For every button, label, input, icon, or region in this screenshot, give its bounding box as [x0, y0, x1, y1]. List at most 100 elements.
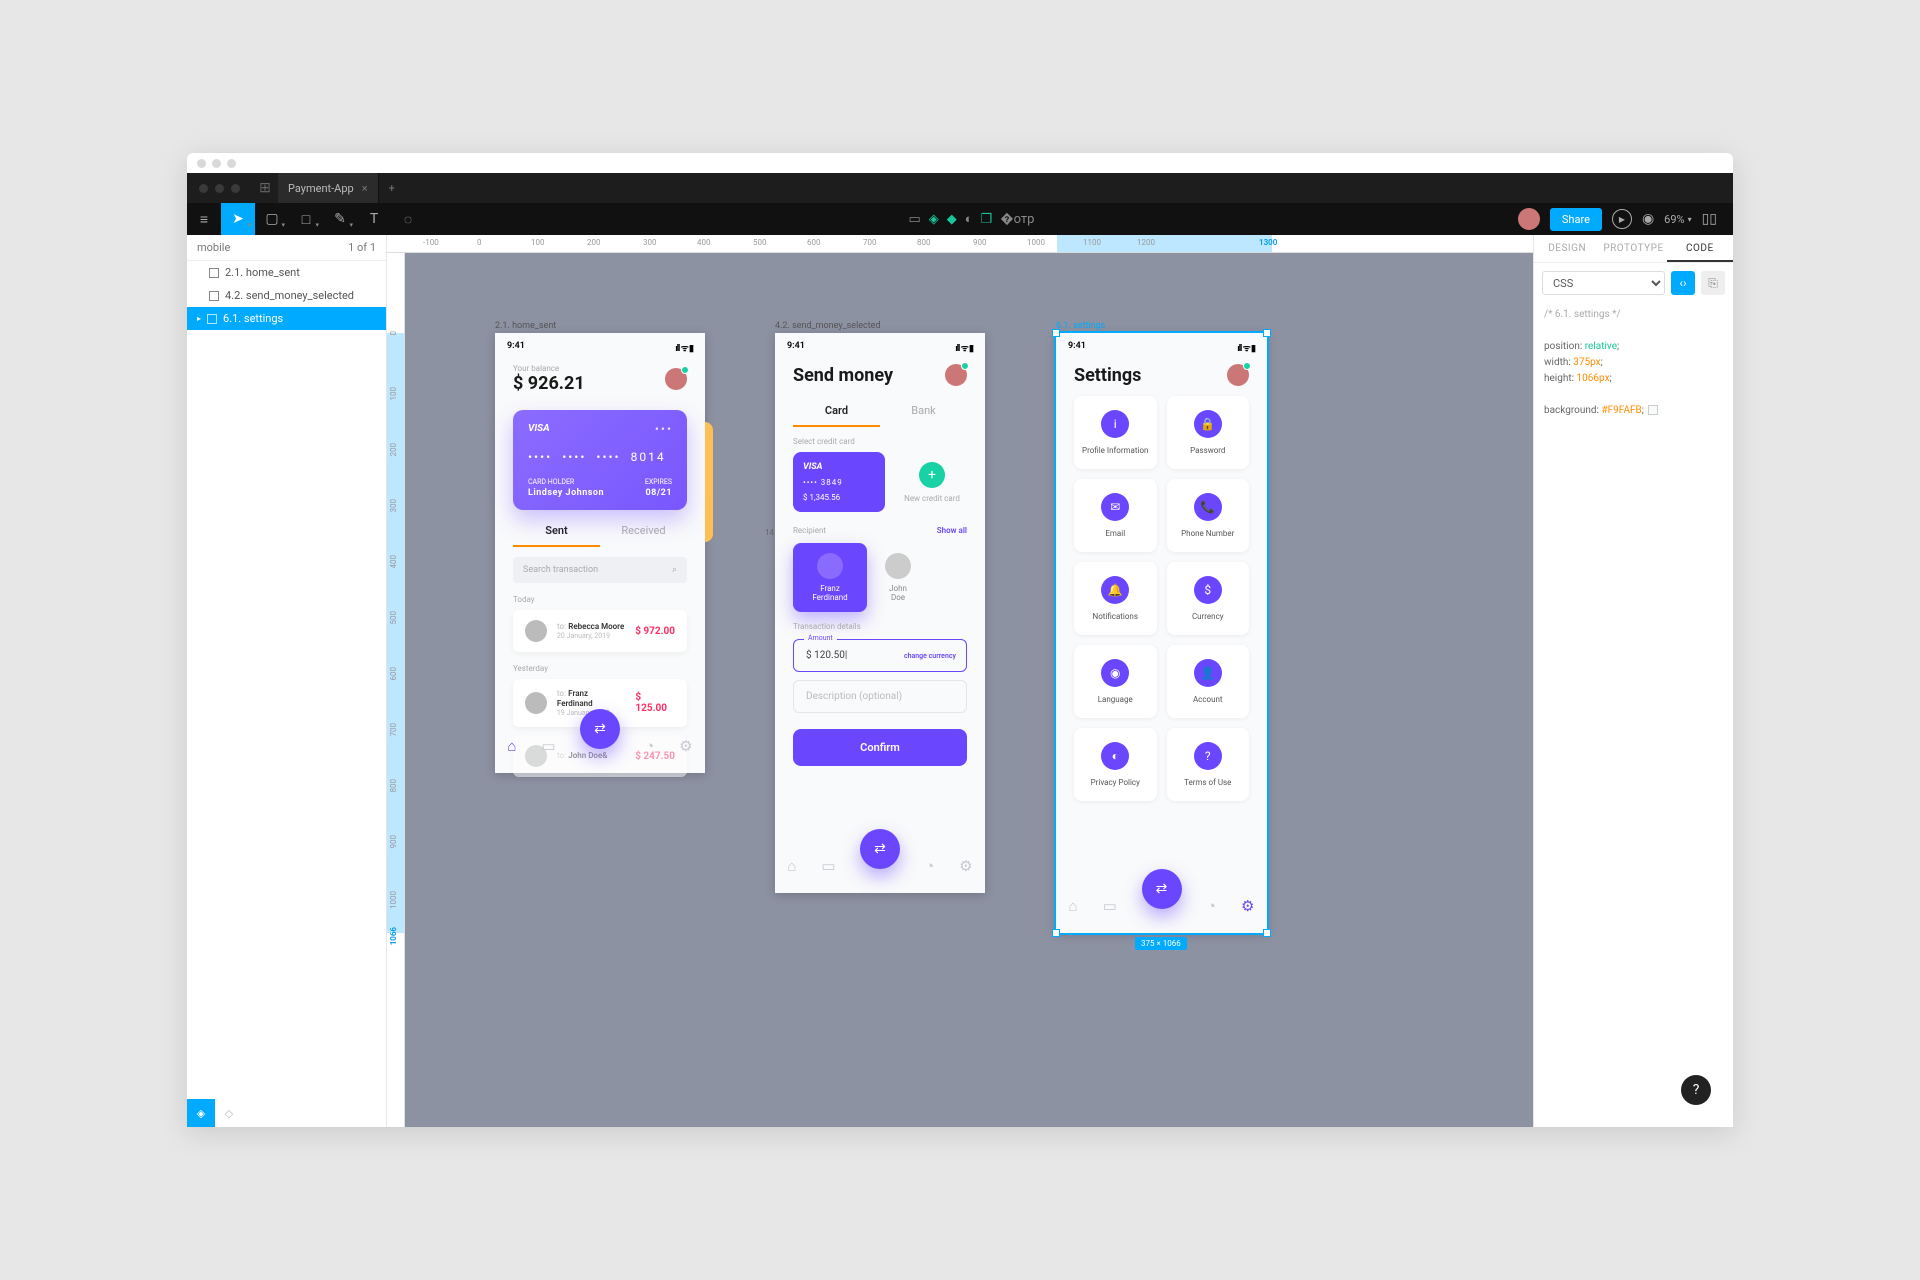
user-avatar[interactable]: [1518, 208, 1540, 230]
tab-prototype[interactable]: PROTOTYPE: [1600, 235, 1666, 262]
view-toggle-icon[interactable]: ◉: [1642, 211, 1654, 227]
tab-design[interactable]: DESIGN: [1534, 235, 1600, 262]
settings-item[interactable]: 🔒Password: [1167, 396, 1250, 469]
amount-field[interactable]: Amount $ 120.50| change currency: [793, 639, 967, 672]
canvas[interactable]: 2.1. home_sent 9:41ıll ᯤ ▮ Your balance …: [405, 253, 1533, 1127]
nav-home-icon[interactable]: ⌂: [507, 737, 516, 755]
align-icon-1[interactable]: ◈: [929, 212, 939, 227]
nav-settings-icon[interactable]: ⚙: [1241, 897, 1254, 915]
nav-wallet-icon[interactable]: ▭: [541, 737, 555, 755]
transaction-row[interactable]: to: Rebecca Moore20 January, 2019 $ 972.…: [513, 610, 687, 652]
card-menu-icon[interactable]: •••: [655, 422, 673, 436]
tab-bank[interactable]: Bank: [880, 404, 967, 427]
code-copy-icon[interactable]: ⎘: [1701, 271, 1725, 295]
comment-tool[interactable]: ◌: [391, 203, 425, 235]
recipient-selected[interactable]: Franz Ferdinand: [793, 543, 867, 612]
nav-wallet-icon[interactable]: ▭: [1103, 897, 1117, 915]
frame-settings[interactable]: 9:41ıll ᯤ ▮ Settings iProfile Informatio…: [1056, 333, 1267, 933]
settings-item[interactable]: ✉Email: [1074, 479, 1157, 552]
confirm-button[interactable]: Confirm: [793, 729, 967, 766]
code-lang-select[interactable]: CSS: [1542, 271, 1665, 295]
recipient-item[interactable]: John Doe: [877, 543, 919, 612]
bottom-nav: ⌂ ▭ ◔ ⚙: [775, 845, 985, 887]
description-field[interactable]: Description (optional): [793, 680, 967, 713]
traffic-lights[interactable]: [187, 184, 252, 193]
selection-handle[interactable]: [1263, 929, 1271, 937]
frame-home[interactable]: 9:41ıll ᯤ ▮ Your balance $ 926.21 VISA: [495, 333, 705, 773]
show-all-link[interactable]: Show all: [937, 526, 967, 535]
selected-card[interactable]: VISA •••• 3849 $ 1,345.56: [793, 452, 885, 512]
new-card-button[interactable]: + New credit card: [897, 462, 967, 503]
selection-handle[interactable]: [1263, 329, 1271, 337]
sent-received-tabs: Sent Received: [513, 524, 687, 547]
close-icon[interactable]: ×: [362, 182, 368, 195]
nav-home-icon[interactable]: ⌂: [1069, 897, 1078, 915]
tx-amount: $ 125.00: [635, 692, 675, 714]
nav-home-icon[interactable]: ⌂: [787, 857, 796, 875]
selection-handle[interactable]: [1052, 929, 1060, 937]
selection-handle[interactable]: [1052, 329, 1060, 337]
layer-row[interactable]: 2.1. home_sent: [187, 261, 386, 284]
tab-received[interactable]: Received: [600, 524, 687, 547]
frame-send-money[interactable]: 9:41ıll ᯤ ▮ Send money Card Bank Select …: [775, 333, 985, 893]
section-label: Recipient: [793, 526, 826, 535]
layers-tab-icon[interactable]: ◈: [187, 1099, 215, 1127]
shape-tool[interactable]: □▾: [289, 203, 323, 235]
settings-item[interactable]: ◐Privacy Policy: [1074, 728, 1157, 801]
settings-item[interactable]: ◉Language: [1074, 645, 1157, 718]
change-currency-link[interactable]: change currency: [904, 652, 956, 660]
page-title: Settings: [1074, 365, 1141, 386]
settings-item[interactable]: 👤Account: [1167, 645, 1250, 718]
pen-tool[interactable]: ✎▾: [323, 203, 357, 235]
mask-icon[interactable]: ◐: [965, 211, 973, 227]
document-tab[interactable]: Payment-App ×: [278, 173, 379, 203]
present-button[interactable]: ▶: [1612, 209, 1632, 229]
boolean-icon[interactable]: ❒: [981, 212, 993, 227]
nav-wallet-icon[interactable]: ▭: [821, 857, 835, 875]
tab-sent[interactable]: Sent: [513, 524, 600, 547]
share-button[interactable]: Share: [1550, 208, 1602, 231]
layer-row-selected[interactable]: ▸6.1. settings: [187, 307, 386, 330]
settings-item[interactable]: 📞Phone Number: [1167, 479, 1250, 552]
nav-history-icon[interactable]: ◔: [645, 737, 654, 755]
layer-row[interactable]: 4.2. send_money_selected: [187, 284, 386, 307]
frame-icon: [209, 291, 219, 301]
credit-card[interactable]: VISA ••• ••••••••••••8014 CARD HOLDERLin…: [513, 410, 687, 510]
select-tool[interactable]: ➤▾: [221, 203, 255, 235]
align-icon-2[interactable]: ◆: [947, 212, 957, 227]
nav-settings-icon[interactable]: ⚙: [959, 857, 972, 875]
settings-item[interactable]: ?Terms of Use: [1167, 728, 1250, 801]
help-button[interactable]: ?: [1681, 1075, 1711, 1105]
frame-label[interactable]: 2.1. home_sent: [495, 321, 556, 331]
apps-grid-icon[interactable]: ⊞: [252, 180, 278, 196]
phone-icon: 📞: [1194, 493, 1222, 521]
crop-icon[interactable]: �отр: [1000, 212, 1034, 227]
hamburger-icon[interactable]: ≡: [187, 203, 221, 235]
nav-history-icon[interactable]: ◔: [925, 857, 934, 875]
settings-item[interactable]: $Currency: [1167, 562, 1250, 635]
settings-item[interactable]: 🔔Notifications: [1074, 562, 1157, 635]
zoom-level[interactable]: 69% ▾: [1664, 213, 1691, 226]
code-output[interactable]: /* 6.1. settings */ position: relative; …: [1534, 303, 1733, 423]
avatar[interactable]: [945, 364, 967, 386]
tab-card[interactable]: Card: [793, 404, 880, 427]
search-input[interactable]: Search transaction⌕: [513, 557, 687, 583]
frame-tool[interactable]: ▢▾: [255, 203, 289, 235]
avatar[interactable]: [1227, 364, 1249, 386]
tab-code[interactable]: CODE: [1667, 235, 1733, 262]
page-name[interactable]: mobile: [197, 241, 230, 254]
text-tool[interactable]: T: [357, 203, 391, 235]
settings-item[interactable]: iProfile Information: [1074, 396, 1157, 469]
bounds-icon[interactable]: ▭: [908, 212, 920, 227]
nav-history-icon[interactable]: ◔: [1207, 897, 1216, 915]
add-tab-button[interactable]: +: [379, 182, 405, 195]
frame-icon: [209, 268, 219, 278]
frame-label-selected[interactable]: 6.1. settings: [1056, 321, 1105, 331]
nav-settings-icon[interactable]: ⚙: [679, 737, 692, 755]
docs-icon[interactable]: ▯▯: [1702, 211, 1717, 227]
color-swatch[interactable]: [1648, 405, 1658, 415]
avatar[interactable]: [665, 368, 687, 390]
code-settings-icon[interactable]: ‹›: [1671, 271, 1695, 295]
assets-tab-icon[interactable]: ◇: [215, 1099, 243, 1127]
frame-label[interactable]: 4.2. send_money_selected: [775, 321, 881, 331]
